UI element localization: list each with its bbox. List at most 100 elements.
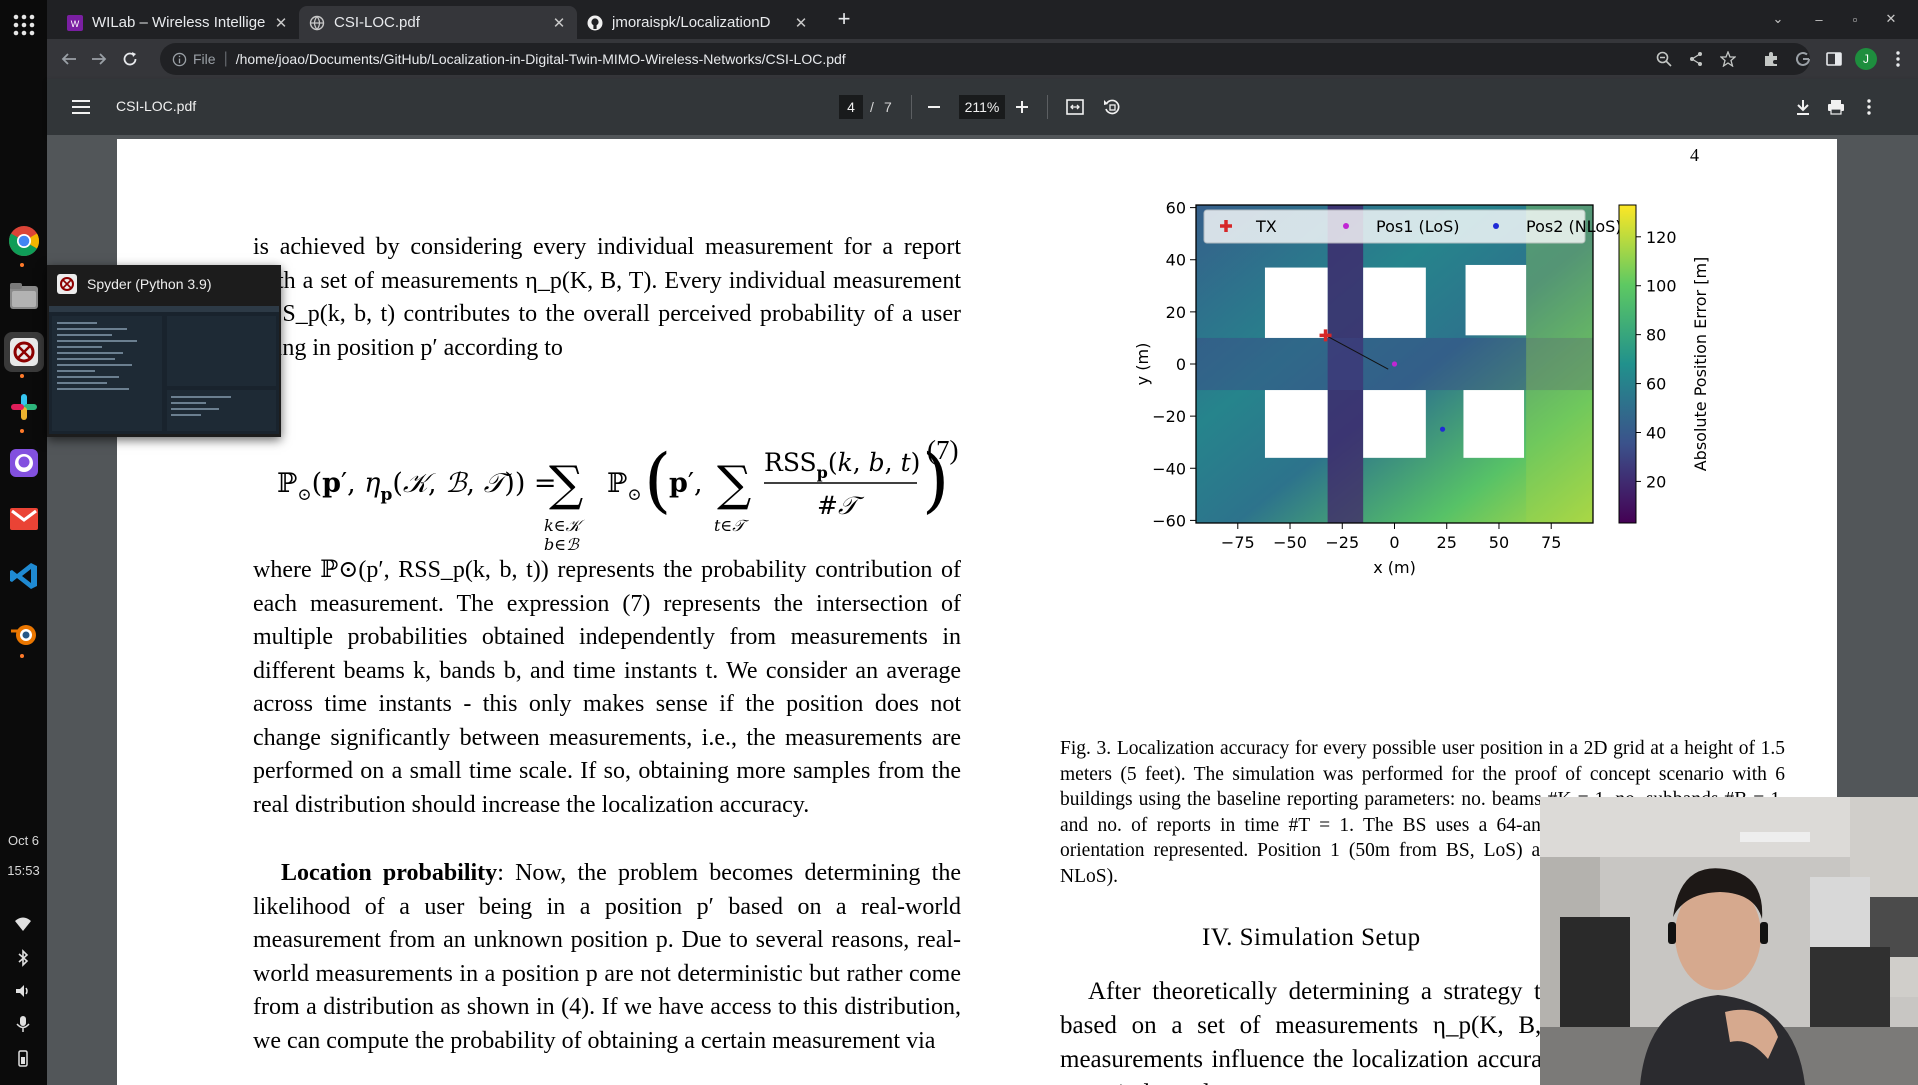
- info-icon[interactable]: [172, 52, 187, 67]
- svg-text:b∈ℬ: b∈ℬ: [544, 535, 580, 554]
- running-indicator: [20, 429, 24, 433]
- svg-text:(: (: [644, 439, 671, 521]
- x-tick-label: 50: [1489, 533, 1509, 552]
- pdf-filename: CSI-LOC.pdf: [116, 98, 197, 114]
- spyder-window-preview[interactable]: Spyder (Python 3.9): [47, 265, 281, 437]
- download-icon[interactable]: [1792, 96, 1814, 118]
- legend-label: Pos2 (NLoS): [1526, 217, 1622, 236]
- app-grid-icon[interactable]: [4, 5, 44, 45]
- x-axis-label: x (m): [1373, 558, 1416, 577]
- building-block: [1363, 390, 1426, 458]
- blender-icon[interactable]: [4, 614, 44, 654]
- y-axis-label: y (m): [1133, 343, 1152, 386]
- spyder-icon: [57, 274, 77, 294]
- colorbar: [1618, 204, 1637, 524]
- slack-icon[interactable]: [4, 387, 44, 427]
- running-indicator: [20, 263, 24, 267]
- files-icon[interactable]: [4, 276, 44, 316]
- url-text[interactable]: /home/joao/Documents/GitHub/Localization…: [236, 51, 846, 67]
- menu-icon[interactable]: [70, 96, 92, 118]
- volume-icon[interactable]: [14, 982, 32, 1000]
- reload-button[interactable]: [118, 47, 142, 71]
- maximize-button[interactable]: ▫: [1844, 8, 1866, 30]
- equation-7: ℙ⊙(p′, ηp(𝒦, ℬ, 𝒯)) = ∑ k∈𝒦 b∈ℬ ℙ⊙ ( p′,…: [277, 439, 949, 554]
- tab-search-icon[interactable]: ⌄: [1767, 8, 1789, 30]
- y-tick-label: 40: [1166, 251, 1186, 270]
- tab-github-repo[interactable]: jmoraispk/LocalizationD ✕: [577, 6, 819, 39]
- paragraph-text: : Now, the problem becomes determining t…: [253, 860, 962, 1054]
- x-tick-label: 25: [1437, 533, 1457, 552]
- google-icon[interactable]: [1792, 48, 1814, 70]
- close-tab-icon[interactable]: ✕: [551, 15, 567, 32]
- bluetooth-icon[interactable]: [14, 949, 32, 967]
- colorbar-label: Absolute Position Error [m]: [1691, 257, 1710, 472]
- colorbar-tick-label: 20: [1646, 472, 1666, 491]
- colorbar-tick-label: 100: [1646, 277, 1677, 296]
- wifi-icon[interactable]: [14, 915, 32, 933]
- close-tab-icon[interactable]: ✕: [273, 15, 289, 32]
- building-block: [1465, 264, 1527, 336]
- building-block: [1264, 390, 1328, 458]
- webcam-overlay: [1540, 797, 1918, 1085]
- y-tick-label: −20: [1152, 407, 1186, 426]
- pos1-marker: [1391, 361, 1398, 367]
- legend-label: Pos1 (LoS): [1376, 217, 1460, 236]
- tab-title: CSI-LOC.pdf: [334, 14, 420, 31]
- zoom-out-icon[interactable]: [923, 96, 945, 118]
- preview-title: Spyder (Python 3.9): [87, 276, 212, 292]
- running-indicator: [20, 374, 24, 378]
- close-tab-icon[interactable]: ✕: [793, 15, 809, 32]
- heatmap-highlight: [1526, 205, 1593, 523]
- battery-icon[interactable]: [14, 1049, 32, 1067]
- gmail-icon[interactable]: [4, 499, 44, 539]
- profile-avatar[interactable]: J: [1855, 48, 1877, 70]
- paragraph: Location probability: Now, the problem b…: [253, 857, 961, 1058]
- colorbar-tick-label: 80: [1646, 326, 1666, 345]
- address-bar[interactable]: File | /home/joao/Documents/GitHub/Local…: [160, 43, 1810, 75]
- chrome-menu-icon[interactable]: [1887, 48, 1909, 70]
- svg-text:ℙ⊙: ℙ⊙: [607, 468, 642, 505]
- building-block: [1463, 390, 1525, 458]
- tab-wilab[interactable]: W WILab – Wireless Intellige ✕: [57, 6, 299, 39]
- figure-3-heatmap: −75 −50 −25 0 25 50 75 60 40 20 0 −20 −40 −60 x (m) y (…: [1133, 199, 1710, 577]
- microphone-icon[interactable]: [14, 1015, 32, 1033]
- back-button[interactable]: [57, 47, 81, 71]
- chrome-icon[interactable]: [4, 221, 44, 261]
- github-desktop-icon[interactable]: [4, 443, 44, 483]
- print-icon[interactable]: [1825, 96, 1847, 118]
- bookmark-star-icon[interactable]: [1717, 48, 1739, 70]
- new-tab-button[interactable]: +: [832, 8, 856, 32]
- tab-title: WILab – Wireless Intellige: [92, 14, 266, 31]
- fit-page-icon[interactable]: [1064, 96, 1086, 118]
- paragraph: where ℙ⊙(p′, RSS_p(k, b, t)) represents …: [253, 554, 961, 822]
- page-total: 7: [884, 99, 892, 115]
- zoom-in-icon[interactable]: [1011, 96, 1033, 118]
- forward-button[interactable]: [87, 47, 111, 71]
- minimize-button[interactable]: –: [1808, 8, 1830, 30]
- svg-text:∑: ∑: [549, 456, 583, 512]
- section-heading: IV. Simulation Setup: [1202, 924, 1421, 951]
- colorbar-tick-label: 60: [1646, 375, 1666, 394]
- webcam-feed: [1540, 797, 1918, 1085]
- spyder-icon[interactable]: [4, 332, 44, 372]
- time-label: 15:53: [7, 863, 40, 878]
- close-window-button[interactable]: ✕: [1880, 8, 1902, 30]
- browser-tab-strip: W WILab – Wireless Intellige ✕ CSI-LOC.p…: [47, 0, 1918, 39]
- page-number-input[interactable]: 4: [839, 95, 863, 119]
- zoom-level-input[interactable]: 211%: [959, 95, 1005, 119]
- rotate-icon[interactable]: [1101, 96, 1123, 118]
- vscode-icon[interactable]: [4, 556, 44, 596]
- browser-toolbar: File | /home/joao/Documents/GitHub/Local…: [47, 39, 1918, 79]
- side-panel-icon[interactable]: [1823, 48, 1845, 70]
- y-tick-label: 20: [1166, 303, 1186, 322]
- extensions-icon[interactable]: [1760, 48, 1782, 70]
- screen: Oct 6 15:53 W WILab – Wireless Intellige…: [0, 0, 1918, 1085]
- share-icon[interactable]: [1685, 48, 1707, 70]
- y-tick-label: 60: [1166, 199, 1186, 218]
- preview-thumbnail: [49, 306, 279, 434]
- zoom-icon[interactable]: [1653, 48, 1675, 70]
- x-tick-label: −75: [1221, 533, 1255, 552]
- more-options-icon[interactable]: [1858, 96, 1880, 118]
- tab-csi-loc-pdf[interactable]: CSI-LOC.pdf ✕: [299, 6, 577, 39]
- page-number: 4: [1690, 145, 1699, 165]
